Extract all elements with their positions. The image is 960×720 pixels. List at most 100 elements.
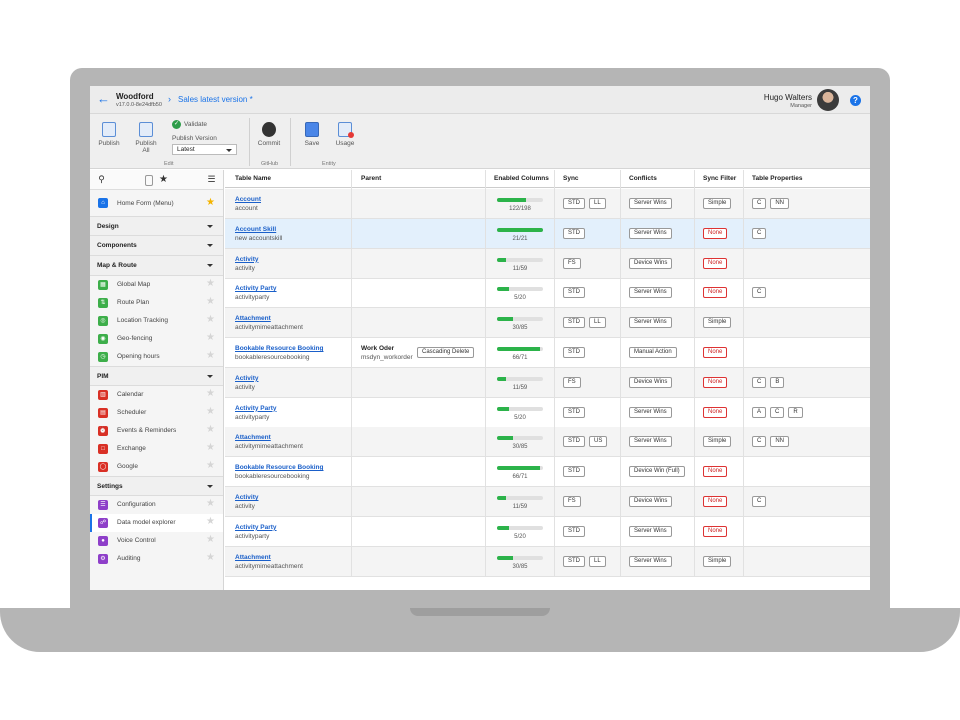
table-property-tag[interactable]: C <box>752 376 767 388</box>
sync-tag[interactable]: LL <box>589 555 606 567</box>
sidebar-item-home-form[interactable]: ⌂ Home Form (Menu) ★ <box>90 190 223 216</box>
sidebar-item-exchange[interactable]: □ Exchange ★ <box>90 440 223 458</box>
star-icon[interactable]: ★ <box>206 333 215 343</box>
table-property-tag[interactable]: C <box>752 198 767 209</box>
sync-tag[interactable]: STD <box>563 436 585 448</box>
column-header[interactable]: Sync Filter <box>703 175 736 182</box>
sync-tag[interactable]: FS <box>563 496 581 507</box>
sidebar-item-calendar[interactable]: ▥ Calendar ★ <box>90 386 223 404</box>
star-icon[interactable]: ★ <box>206 351 215 361</box>
sync-tag[interactable]: STD <box>563 287 585 299</box>
section-settings[interactable]: Settings <box>90 476 223 496</box>
conflict-tag[interactable]: Manual Action <box>629 347 677 358</box>
column-header[interactable]: Table Name <box>235 175 271 182</box>
table-row[interactable]: Activity activity 11/59 FS Device Wins None C B <box>225 367 870 398</box>
table-property-tag[interactable]: C <box>752 496 767 507</box>
section-components[interactable]: Components <box>90 236 223 256</box>
conflict-tag[interactable]: Server Wins <box>629 436 672 448</box>
star-icon[interactable]: ★ <box>206 279 215 289</box>
sidebar-item-scheduler[interactable]: ▤ Scheduler ★ <box>90 404 223 422</box>
sidebar-item-configuration[interactable]: ☰ Configuration ★ <box>90 496 223 514</box>
table-property-tag[interactable]: C <box>770 406 785 418</box>
column-header[interactable]: Enabled Columns <box>494 175 549 182</box>
conflict-tag[interactable]: Device Wins <box>629 257 673 269</box>
table-property-tag[interactable]: R <box>788 406 803 418</box>
table-property-tag[interactable]: NN <box>770 436 790 448</box>
table-name-link[interactable]: Bookable Resource Booking <box>235 464 324 471</box>
sidebar-item-auditing[interactable]: ⚙ Auditing ★ <box>90 550 223 568</box>
star-icon[interactable]: ★ <box>206 461 215 471</box>
search-icon[interactable]: ⚲ <box>96 175 107 186</box>
sync-tag[interactable]: STD <box>563 406 585 418</box>
star-icon[interactable]: ★ <box>206 389 215 399</box>
sidebar-item-google[interactable]: ◯ Google ★ <box>90 458 223 476</box>
table-row[interactable]: Bookable Resource Booking bookableresourc… <box>225 338 870 368</box>
star-icon[interactable]: ★ <box>206 297 215 307</box>
sync-filter-tag[interactable]: Simple <box>703 436 732 448</box>
conflict-tag[interactable]: Server Wins <box>629 555 672 567</box>
conflict-tag[interactable]: Server Wins <box>629 287 672 299</box>
table-row[interactable]: Activity activity 11/59 FS Device Wins None C <box>225 487 870 517</box>
sync-filter-tag[interactable]: None <box>703 287 728 299</box>
star-icon[interactable]: ★ <box>206 553 215 563</box>
table-row[interactable]: Activity Party activityparty 5/20 STD Server… <box>225 278 870 309</box>
table-property-tag[interactable]: C <box>752 287 767 299</box>
conflict-tag[interactable]: Server Wins <box>629 227 672 239</box>
table-name-link[interactable]: Activity <box>235 375 258 382</box>
help-icon[interactable]: ? <box>850 95 861 106</box>
table-name-link[interactable]: Activity Party <box>235 405 277 412</box>
table-row[interactable]: Attachment activitymimeattachment 30/85 STD… <box>225 546 870 577</box>
sync-filter-tag[interactable]: None <box>703 376 728 388</box>
column-header[interactable]: Sync <box>563 175 579 182</box>
conflict-tag[interactable]: Device Wins <box>629 496 673 507</box>
filter-settings-icon[interactable]: ☰ <box>206 175 217 186</box>
star-icon[interactable]: ★ <box>206 198 215 208</box>
table-row[interactable]: Account Skill new accountskill 21/21 STD Ser… <box>225 218 870 249</box>
save-button[interactable]: Save <box>301 122 323 147</box>
publish-version-select[interactable]: Latest <box>172 144 237 155</box>
sync-filter-tag[interactable]: None <box>703 347 728 358</box>
table-name-link[interactable]: Account <box>235 196 261 203</box>
sync-tag[interactable]: STD <box>563 227 585 239</box>
sync-filter-tag[interactable]: Simple <box>703 198 732 209</box>
star-icon[interactable]: ★ <box>206 425 215 435</box>
table-name-link[interactable]: Activity Party <box>235 524 277 531</box>
sync-filter-tag[interactable]: None <box>703 227 728 239</box>
sidebar-item-route-plan[interactable]: ⇅ Route Plan ★ <box>90 294 223 312</box>
sync-tag[interactable]: STD <box>563 555 585 567</box>
table-property-tag[interactable]: B <box>770 376 785 388</box>
table-name-link[interactable]: Attachment <box>235 554 271 561</box>
sync-tag[interactable]: US <box>589 436 608 448</box>
sidebar-item-voice-control[interactable]: ● Voice Control ★ <box>90 532 223 550</box>
usage-button[interactable]: Usage <box>333 122 357 147</box>
star-icon[interactable]: ★ <box>206 499 215 509</box>
section-pim[interactable]: PIM <box>90 366 223 386</box>
cascade-option-button[interactable]: Cascading Delete <box>417 347 475 358</box>
sidebar-item-opening-hours[interactable]: ◷ Opening hours ★ <box>90 348 223 366</box>
star-icon[interactable]: ★ <box>206 535 215 545</box>
star-icon[interactable]: ★ <box>206 443 215 453</box>
sync-tag[interactable]: LL <box>589 317 606 329</box>
table-property-tag[interactable]: NN <box>770 198 790 209</box>
avatar[interactable] <box>817 89 839 111</box>
sync-tag[interactable]: FS <box>563 376 581 388</box>
project-title[interactable]: Sales latest version * <box>178 95 253 104</box>
column-header[interactable]: Table Properties <box>752 175 802 182</box>
conflict-tag[interactable]: Device Wins <box>629 376 673 388</box>
table-row[interactable]: Activity Party activityparty 5/20 STD Server… <box>225 398 870 428</box>
table-row[interactable]: Activity activity 11/59 FS Device Wins None <box>225 248 870 279</box>
sync-tag[interactable]: STD <box>563 317 585 329</box>
table-name-link[interactable]: Attachment <box>235 315 271 322</box>
sidebar-item-geo-fencing[interactable]: ◉ Geo-fencing ★ <box>90 330 223 348</box>
section-design[interactable]: Design <box>90 216 223 236</box>
conflict-tag[interactable]: Server Wins <box>629 317 672 329</box>
conflict-tag[interactable]: Device Win (Full) <box>629 466 685 478</box>
sync-filter-tag[interactable]: None <box>703 406 728 418</box>
sync-tag[interactable]: STD <box>563 466 585 478</box>
table-row[interactable]: Attachment activitymimeattachment 30/85 STD… <box>225 308 870 339</box>
sidebar-item-location-tracking[interactable]: ◎ Location Tracking ★ <box>90 312 223 330</box>
mobile-icon[interactable] <box>145 175 153 186</box>
table-property-tag[interactable]: C <box>752 436 767 448</box>
publish-all-button[interactable]: Publish All <box>134 122 158 154</box>
star-icon[interactable]: ★ <box>206 315 215 325</box>
